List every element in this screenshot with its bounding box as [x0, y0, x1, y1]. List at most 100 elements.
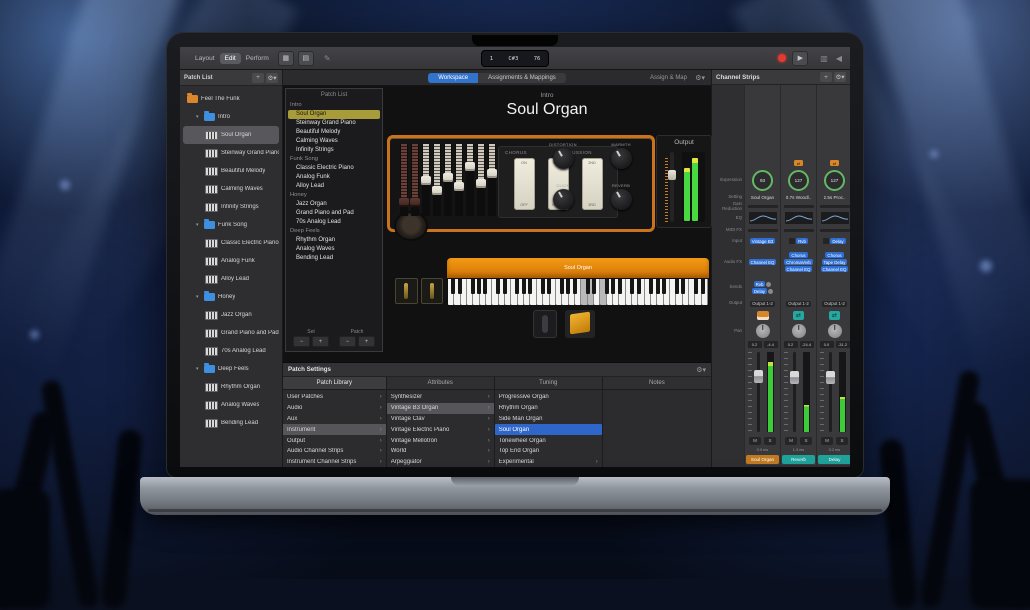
sidebar-item-steinway-grand-piano[interactable]: Steinway Grand Piano	[183, 144, 279, 162]
add-channel-strip-button[interactable]: +	[820, 72, 832, 82]
black-key[interactable]	[541, 279, 545, 294]
click-knob[interactable]	[553, 189, 574, 210]
expression-knob[interactable]: 93	[752, 170, 773, 191]
mute-button[interactable]: M	[821, 437, 833, 445]
input-slot[interactable]: Delay	[830, 238, 845, 244]
add-patch-button[interactable]: +	[252, 73, 264, 83]
sidebar-item-infinity-strings[interactable]: Infinity Strings	[183, 198, 279, 216]
patch-next-button[interactable]: +	[358, 336, 375, 347]
expression-knob[interactable]: 127	[824, 170, 845, 191]
black-key[interactable]	[701, 279, 705, 294]
patch-prev-button[interactable]: −	[339, 336, 356, 347]
patch-list-item[interactable]: Infinity Strings	[288, 146, 380, 155]
drawbar-handle[interactable]	[432, 186, 442, 195]
sustain-pedal-icon[interactable]	[533, 310, 557, 338]
black-key[interactable]	[483, 279, 487, 294]
patch-list-item[interactable]: Classic Electric Piano	[288, 164, 380, 173]
eq-thumbnail[interactable]	[821, 212, 849, 224]
output-fader[interactable]	[665, 152, 675, 222]
audio-fx-slot[interactable]: Chorus	[789, 252, 807, 258]
patch-settings-menu[interactable]: ⚙▾	[696, 366, 706, 374]
library-item-vintage-electric-piano[interactable]: Vintage Electric Piano›	[387, 424, 494, 435]
patch-list-item[interactable]: Rhythm Organ	[288, 236, 380, 245]
mute-button[interactable]: M	[785, 437, 797, 445]
library-item-experimental[interactable]: Experimental›	[495, 457, 602, 467]
instrument-slot[interactable]: Vintage B3	[750, 238, 775, 244]
pan-knob[interactable]	[756, 324, 770, 338]
drawbar-handle[interactable]	[421, 176, 431, 185]
drawbar-7[interactable]	[466, 144, 474, 216]
black-key[interactable]	[458, 279, 462, 294]
library-item-tonewheel-organ[interactable]: Tonewheel Organ	[495, 435, 602, 446]
audio-fx-slot[interactable]: ChromaVerb	[784, 259, 813, 265]
patch-list-item[interactable]: Steinway Grand Piano	[288, 119, 380, 128]
patch-list-item[interactable]: 70s Analog Lead	[288, 218, 380, 227]
black-key[interactable]	[592, 279, 596, 294]
drawbar-8[interactable]	[477, 144, 485, 216]
set-next-button[interactable]: +	[312, 336, 329, 347]
tab-tuning[interactable]: Tuning	[495, 377, 603, 389]
mute-button[interactable]: M	[749, 437, 761, 445]
sidebar-item-feel-the-funk[interactable]: Feel The Funk	[183, 90, 279, 108]
keyboard-keys[interactable]	[447, 278, 709, 306]
channel-strips-menu[interactable]: ⚙▾	[834, 72, 846, 82]
black-key[interactable]	[451, 279, 455, 294]
send-slot[interactable]: Delay	[752, 288, 767, 294]
drawbar-5[interactable]	[444, 144, 452, 216]
setting-name[interactable]: 0.7s Woodl..	[786, 195, 811, 200]
sidebar-item-deep-feels[interactable]: ▾Deep Feels	[183, 360, 279, 378]
pitch-wheel-icon[interactable]	[395, 278, 418, 304]
reverb-knob[interactable]	[611, 189, 632, 210]
sidebar-item-honey[interactable]: ▾Honey	[183, 288, 279, 306]
black-key[interactable]	[637, 279, 641, 294]
library-item-output[interactable]: Output›	[283, 435, 386, 446]
drawbar-handle[interactable]	[465, 162, 475, 171]
send-slot[interactable]: Rvb	[754, 281, 766, 287]
channel-strip-name[interactable]: Soul Organ	[746, 455, 779, 464]
sidebar-item-calming-waves[interactable]: Calming Waves	[183, 180, 279, 198]
black-key[interactable]	[471, 279, 475, 294]
distortion-knob[interactable]	[553, 148, 574, 169]
drawbar-4[interactable]	[433, 144, 441, 216]
patch-list-item[interactable]: Analog Funk	[288, 173, 380, 182]
workspace-action-menu[interactable]: ⚙▾	[695, 74, 705, 82]
audio-fx-slot[interactable]: Channel EQ	[749, 259, 777, 265]
channel-strip-name[interactable]: Reverb	[782, 455, 815, 464]
black-key[interactable]	[656, 279, 660, 294]
drawbar-6[interactable]	[455, 144, 463, 216]
library-item-side-man-organ[interactable]: Side Man Organ	[495, 414, 602, 425]
library-item-instrument[interactable]: Instrument›	[283, 424, 386, 435]
midi-fx-slot[interactable]	[820, 229, 850, 232]
patch-list-item[interactable]: Alloy Lead	[288, 182, 380, 191]
drawbar-handle[interactable]	[443, 173, 453, 182]
black-key[interactable]	[605, 279, 609, 294]
warmth-knob[interactable]	[611, 148, 632, 169]
sidebar-item-beautiful-melody[interactable]: Beautiful Melody	[183, 162, 279, 180]
master-volume-icon[interactable]: ◀	[836, 54, 842, 63]
drawbars[interactable]	[400, 144, 496, 216]
volume-fader[interactable]	[826, 371, 835, 384]
disclosure-triangle-icon[interactable]: ▾	[196, 294, 201, 300]
sidebar-item-intro[interactable]: ▾Intro	[183, 108, 279, 126]
black-key[interactable]	[522, 279, 526, 294]
black-key[interactable]	[566, 279, 570, 294]
pitch-mod-controls[interactable]	[395, 278, 443, 304]
sidebar-item-funk-song[interactable]: ▾Funk Song	[183, 216, 279, 234]
library-item-audio-channel-strips[interactable]: Audio Channel Strips›	[283, 446, 386, 457]
library-item-vintage-b3-organ[interactable]: Vintage B3 Organ›	[387, 403, 494, 414]
disclosure-triangle-icon[interactable]: ▾	[196, 114, 201, 120]
output-slot[interactable]: Output 1-2	[822, 301, 847, 307]
channel-strip-name[interactable]: Delay	[818, 455, 850, 464]
play-button[interactable]: ▶	[792, 51, 808, 66]
library-item-audio[interactable]: Audio›	[283, 403, 386, 414]
library-item-aux[interactable]: Aux›	[283, 414, 386, 425]
black-key[interactable]	[630, 279, 634, 294]
tab-attributes[interactable]: Attributes	[387, 377, 495, 389]
black-key[interactable]	[649, 279, 653, 294]
sidebar-item-soul-organ[interactable]: Soul Organ	[183, 126, 279, 144]
black-key[interactable]	[515, 279, 519, 294]
patch-list-item[interactable]: Grand Piano and Pad	[288, 209, 380, 218]
drawbar-2[interactable]	[411, 144, 419, 216]
drawbar-1[interactable]	[400, 144, 408, 216]
layout-mode-button[interactable]: Layout	[190, 53, 220, 64]
